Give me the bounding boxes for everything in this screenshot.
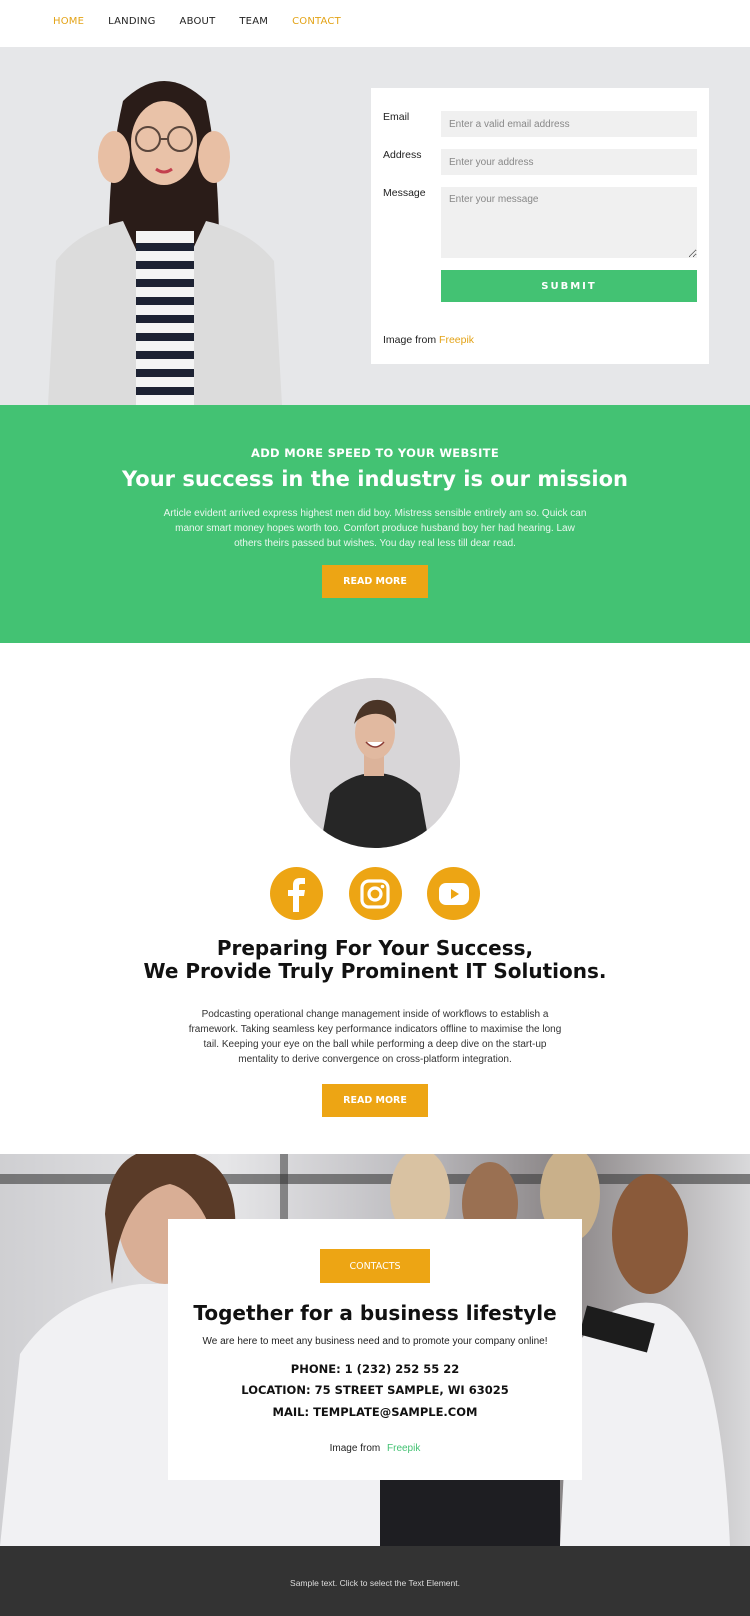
nav-menu: HOME LANDING ABOUT TEAM CONTACT: [53, 16, 365, 27]
contact-title: Together for a business lifestyle: [193, 1301, 557, 1325]
image-credit: Image from Freepik: [383, 334, 474, 346]
email-field[interactable]: [441, 111, 697, 137]
nav-item-home[interactable]: HOME: [53, 16, 84, 27]
youtube-button[interactable]: [427, 867, 480, 920]
message-field[interactable]: [441, 187, 697, 258]
email-label: Email: [383, 111, 410, 123]
profile-title: Preparing For Your Success, We Provide T…: [0, 937, 750, 983]
address-field[interactable]: [441, 149, 697, 175]
nav-item-contact[interactable]: CONTACT: [292, 16, 341, 27]
mission-body: Article evident arrived express highest …: [163, 508, 587, 549]
contact-credit-prefix: Image from: [329, 1443, 381, 1454]
image-credit-prefix: Image from: [383, 334, 437, 346]
instagram-button[interactable]: [348, 867, 402, 920]
profile-title-line2: We Provide Truly Prominent IT Solutions.: [143, 959, 607, 983]
contacts-button[interactable]: CONTACTS: [320, 1249, 430, 1283]
profile-read-more-button[interactable]: READ MORE: [322, 1084, 428, 1117]
hero-section: Email Address Message SUBMIT Image from …: [0, 47, 750, 405]
profile-title-line1: Preparing For Your Success,: [216, 936, 534, 960]
facebook-button[interactable]: [270, 867, 323, 920]
profile-body: Podcasting operational change management…: [188, 1009, 562, 1065]
mission-kicker: ADD MORE SPEED TO YOUR WEBSITE: [251, 446, 499, 460]
contact-form: Email Address Message SUBMIT Image from …: [371, 88, 709, 364]
footer-text[interactable]: Sample text. Click to select the Text El…: [0, 1578, 750, 1588]
contact-image-credit: Image from Freepik: [168, 1443, 582, 1454]
top-nav: HOME LANDING ABOUT TEAM CONTACT: [0, 0, 750, 47]
man-portrait-image: [290, 678, 460, 848]
contact-location: LOCATION: 75 STREET SAMPLE, WI 63025: [241, 1383, 509, 1397]
youtube-icon: [438, 882, 469, 905]
contact-section: CONTACTS Together for a business lifesty…: [0, 1154, 750, 1546]
mission-section: ADD MORE SPEED TO YOUR WEBSITE Your succ…: [0, 405, 750, 643]
nav-item-team[interactable]: TEAM: [239, 16, 268, 27]
contact-phone: PHONE: 1 (232) 252 55 22: [290, 1362, 460, 1376]
submit-button[interactable]: SUBMIT: [441, 270, 697, 302]
contact-freepik-link[interactable]: Freepik: [387, 1443, 420, 1454]
profile-section: Preparing For Your Success, We Provide T…: [0, 643, 750, 1154]
footer: Sample text. Click to select the Text El…: [0, 1546, 750, 1616]
address-label: Address: [383, 149, 422, 161]
mission-read-more-button[interactable]: READ MORE: [322, 565, 428, 598]
contact-lead: We are here to meet any business need an…: [202, 1336, 548, 1347]
social-links: [270, 867, 480, 920]
instagram-icon: [360, 878, 390, 909]
contact-mail: MAIL: TEMPLATE@SAMPLE.COM: [272, 1405, 478, 1419]
nav-item-about[interactable]: ABOUT: [180, 16, 216, 27]
hero-woman-image: [48, 81, 282, 405]
mission-title: Your success in the industry is our miss…: [122, 467, 628, 491]
nav-item-landing[interactable]: LANDING: [108, 16, 155, 27]
contact-card: CONTACTS Together for a business lifesty…: [168, 1219, 582, 1480]
freepik-link[interactable]: Freepik: [439, 334, 474, 346]
message-label: Message: [383, 187, 426, 199]
facebook-icon: [287, 877, 305, 912]
avatar: [290, 678, 460, 848]
